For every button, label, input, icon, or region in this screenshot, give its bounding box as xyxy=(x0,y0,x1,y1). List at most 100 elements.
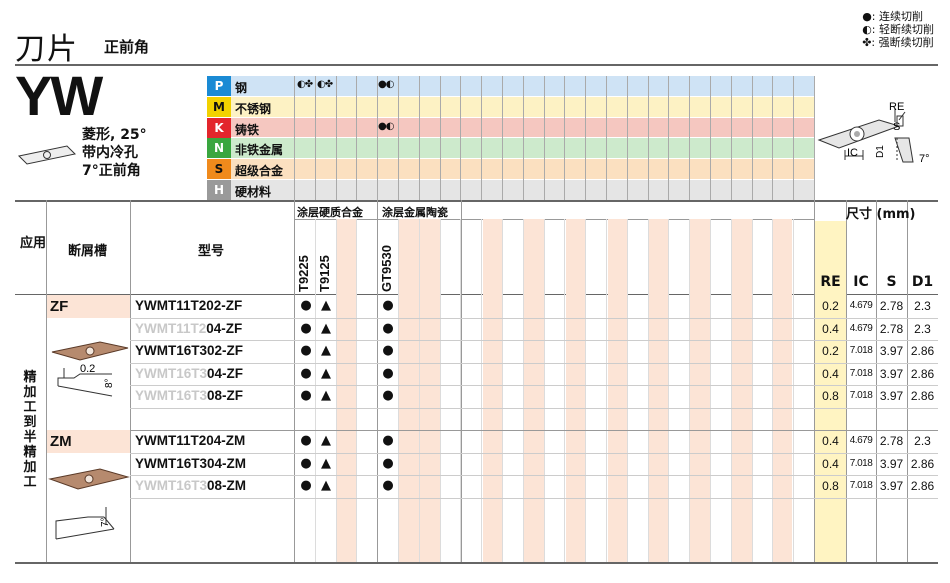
grid-line xyxy=(752,76,753,201)
insert-description: 菱形, 25° 带内冷孔 7°正前角 xyxy=(82,127,147,179)
size-col-header: IC xyxy=(853,274,869,290)
chipbreaker-name: ZF xyxy=(50,298,69,315)
table-top-border xyxy=(15,200,938,202)
size-d1: 2.86 xyxy=(910,389,935,403)
grid-line xyxy=(731,76,732,201)
legend: ●: 连续切削 ◐: 轻断续切削 ✤: 强断续切削 xyxy=(862,10,934,49)
zm-angle-label: 7° xyxy=(100,517,111,527)
row-divider xyxy=(130,497,938,499)
size-re: 0.4 xyxy=(822,366,839,381)
model-code: YWMT16T308-ZF xyxy=(135,388,244,403)
svg-text:7°: 7° xyxy=(919,153,930,165)
column-separator xyxy=(294,200,295,562)
coated-carbide-header: 涂层硬质合金 xyxy=(297,206,363,219)
grade-mark-t9225: ● xyxy=(300,433,312,448)
svg-text:RE: RE xyxy=(889,101,904,113)
size-s: 3.97 xyxy=(879,456,904,471)
grade-mark-t9225: ● xyxy=(300,455,312,471)
grid-line xyxy=(356,219,357,562)
grid-line xyxy=(419,76,420,201)
column-stripe xyxy=(337,219,357,562)
grid-line xyxy=(544,76,545,201)
grade-mark-t9125: ▲ xyxy=(321,298,331,313)
column-separator xyxy=(46,200,47,562)
grade-header-t9125: T9125 xyxy=(317,255,332,292)
grid-line xyxy=(772,219,773,562)
grid-line xyxy=(440,219,441,562)
material-name: 硬材料 xyxy=(235,185,272,199)
grid-line xyxy=(772,76,773,201)
grid-line xyxy=(710,76,711,201)
zf-angle-label: 8° xyxy=(104,378,115,388)
size-ic: 7.018 xyxy=(849,345,873,356)
size-re: 0.4 xyxy=(822,321,839,336)
size-re: 0.4 xyxy=(822,434,839,448)
model-code: YWMT11T204-ZM xyxy=(135,433,246,448)
grade-mark-t9125: ▲ xyxy=(321,388,331,403)
size-s: 2.78 xyxy=(879,321,904,336)
material-letter: S xyxy=(207,159,231,180)
row-divider xyxy=(130,407,938,409)
grid-line xyxy=(564,76,565,201)
material-letter: H xyxy=(207,180,231,200)
legend-item-heavy-interrupted: ✤: 强断续切削 xyxy=(862,36,934,49)
model-code: YWMT16T302-ZF xyxy=(135,343,244,358)
column-stripe xyxy=(690,219,710,562)
grid-line xyxy=(523,76,524,201)
material-row-k xyxy=(207,117,814,139)
grade-mark-gt9530: ● xyxy=(382,388,394,403)
grid-line xyxy=(606,76,607,201)
group-divider xyxy=(46,430,938,431)
size-s: 2.78 xyxy=(879,299,904,313)
grid-line xyxy=(419,219,420,562)
material-row-s xyxy=(207,159,814,180)
size-d1: 2.86 xyxy=(910,344,935,358)
grid-line xyxy=(793,76,794,201)
grid-line xyxy=(481,219,482,562)
grid-line xyxy=(502,219,503,562)
chipbreaker-name: ZM xyxy=(50,433,72,450)
row-divider xyxy=(130,362,938,364)
size-ic: 7.018 xyxy=(849,480,873,491)
grid-line xyxy=(627,76,628,201)
row-divider xyxy=(130,317,938,319)
page-subtitle: 正前角 xyxy=(104,38,150,56)
svg-text:D1: D1 xyxy=(875,145,886,158)
application-mark: ◐✤ xyxy=(297,79,313,90)
grade-mark-gt9530: ● xyxy=(382,343,394,358)
size-s: 3.97 xyxy=(879,479,904,493)
size-ic: 7.018 xyxy=(849,390,873,401)
column-separator xyxy=(876,200,877,562)
size-re: 0.8 xyxy=(822,479,839,493)
grid-line xyxy=(356,76,357,201)
zf-chipbreaker-diagram: 0.2 8° xyxy=(51,341,129,397)
size-d1: 2.86 xyxy=(910,366,935,381)
material-name: 铸铁 xyxy=(235,122,260,137)
row-divider xyxy=(130,452,938,454)
grid-line xyxy=(689,219,690,562)
size-ic: 7.018 xyxy=(849,367,873,379)
size-s: 3.97 xyxy=(879,389,904,403)
grade-mark-t9225: ● xyxy=(300,478,312,493)
grid-line xyxy=(606,219,607,562)
application-mark: ◐✤ xyxy=(317,79,333,90)
column-stripe xyxy=(566,219,586,562)
grade-mark-gt9530: ● xyxy=(382,478,394,493)
grade-mark-t9225: ● xyxy=(300,388,312,403)
grade-mark-gt9530: ● xyxy=(382,455,394,471)
grade-mark-t9125: ▲ xyxy=(321,455,331,471)
insert-dimension-diagram: RE S IC D1 7° xyxy=(817,101,930,165)
grid-line xyxy=(544,219,545,562)
size-d1: 2.86 xyxy=(910,456,935,471)
column-separator xyxy=(377,200,378,562)
grid-line xyxy=(585,219,586,562)
grid-line xyxy=(752,219,753,562)
grade-mark-gt9530: ● xyxy=(382,365,394,381)
material-row-m xyxy=(207,96,814,118)
model-code: YWMT16T308-ZM xyxy=(135,478,247,493)
grid-line xyxy=(398,76,399,201)
grid-line xyxy=(398,219,399,562)
grid-line xyxy=(502,76,503,201)
material-letter: P xyxy=(207,76,231,96)
application-label: 精加工到半精加工 xyxy=(23,370,37,490)
